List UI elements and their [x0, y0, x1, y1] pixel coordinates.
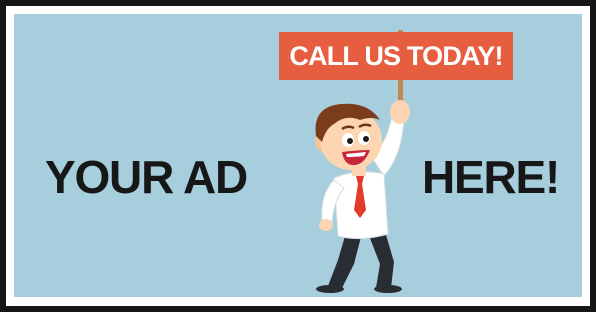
headline-left: YOUR AD: [45, 151, 248, 203]
ad-banner[interactable]: YOUR AD HERE! CALL US TODAY!: [0, 0, 596, 312]
call-us-sign[interactable]: CALL US TODAY!: [279, 32, 513, 80]
call-us-label: CALL US TODAY!: [289, 40, 503, 71]
ad-panel: YOUR AD HERE! CALL US TODAY!: [14, 14, 582, 297]
